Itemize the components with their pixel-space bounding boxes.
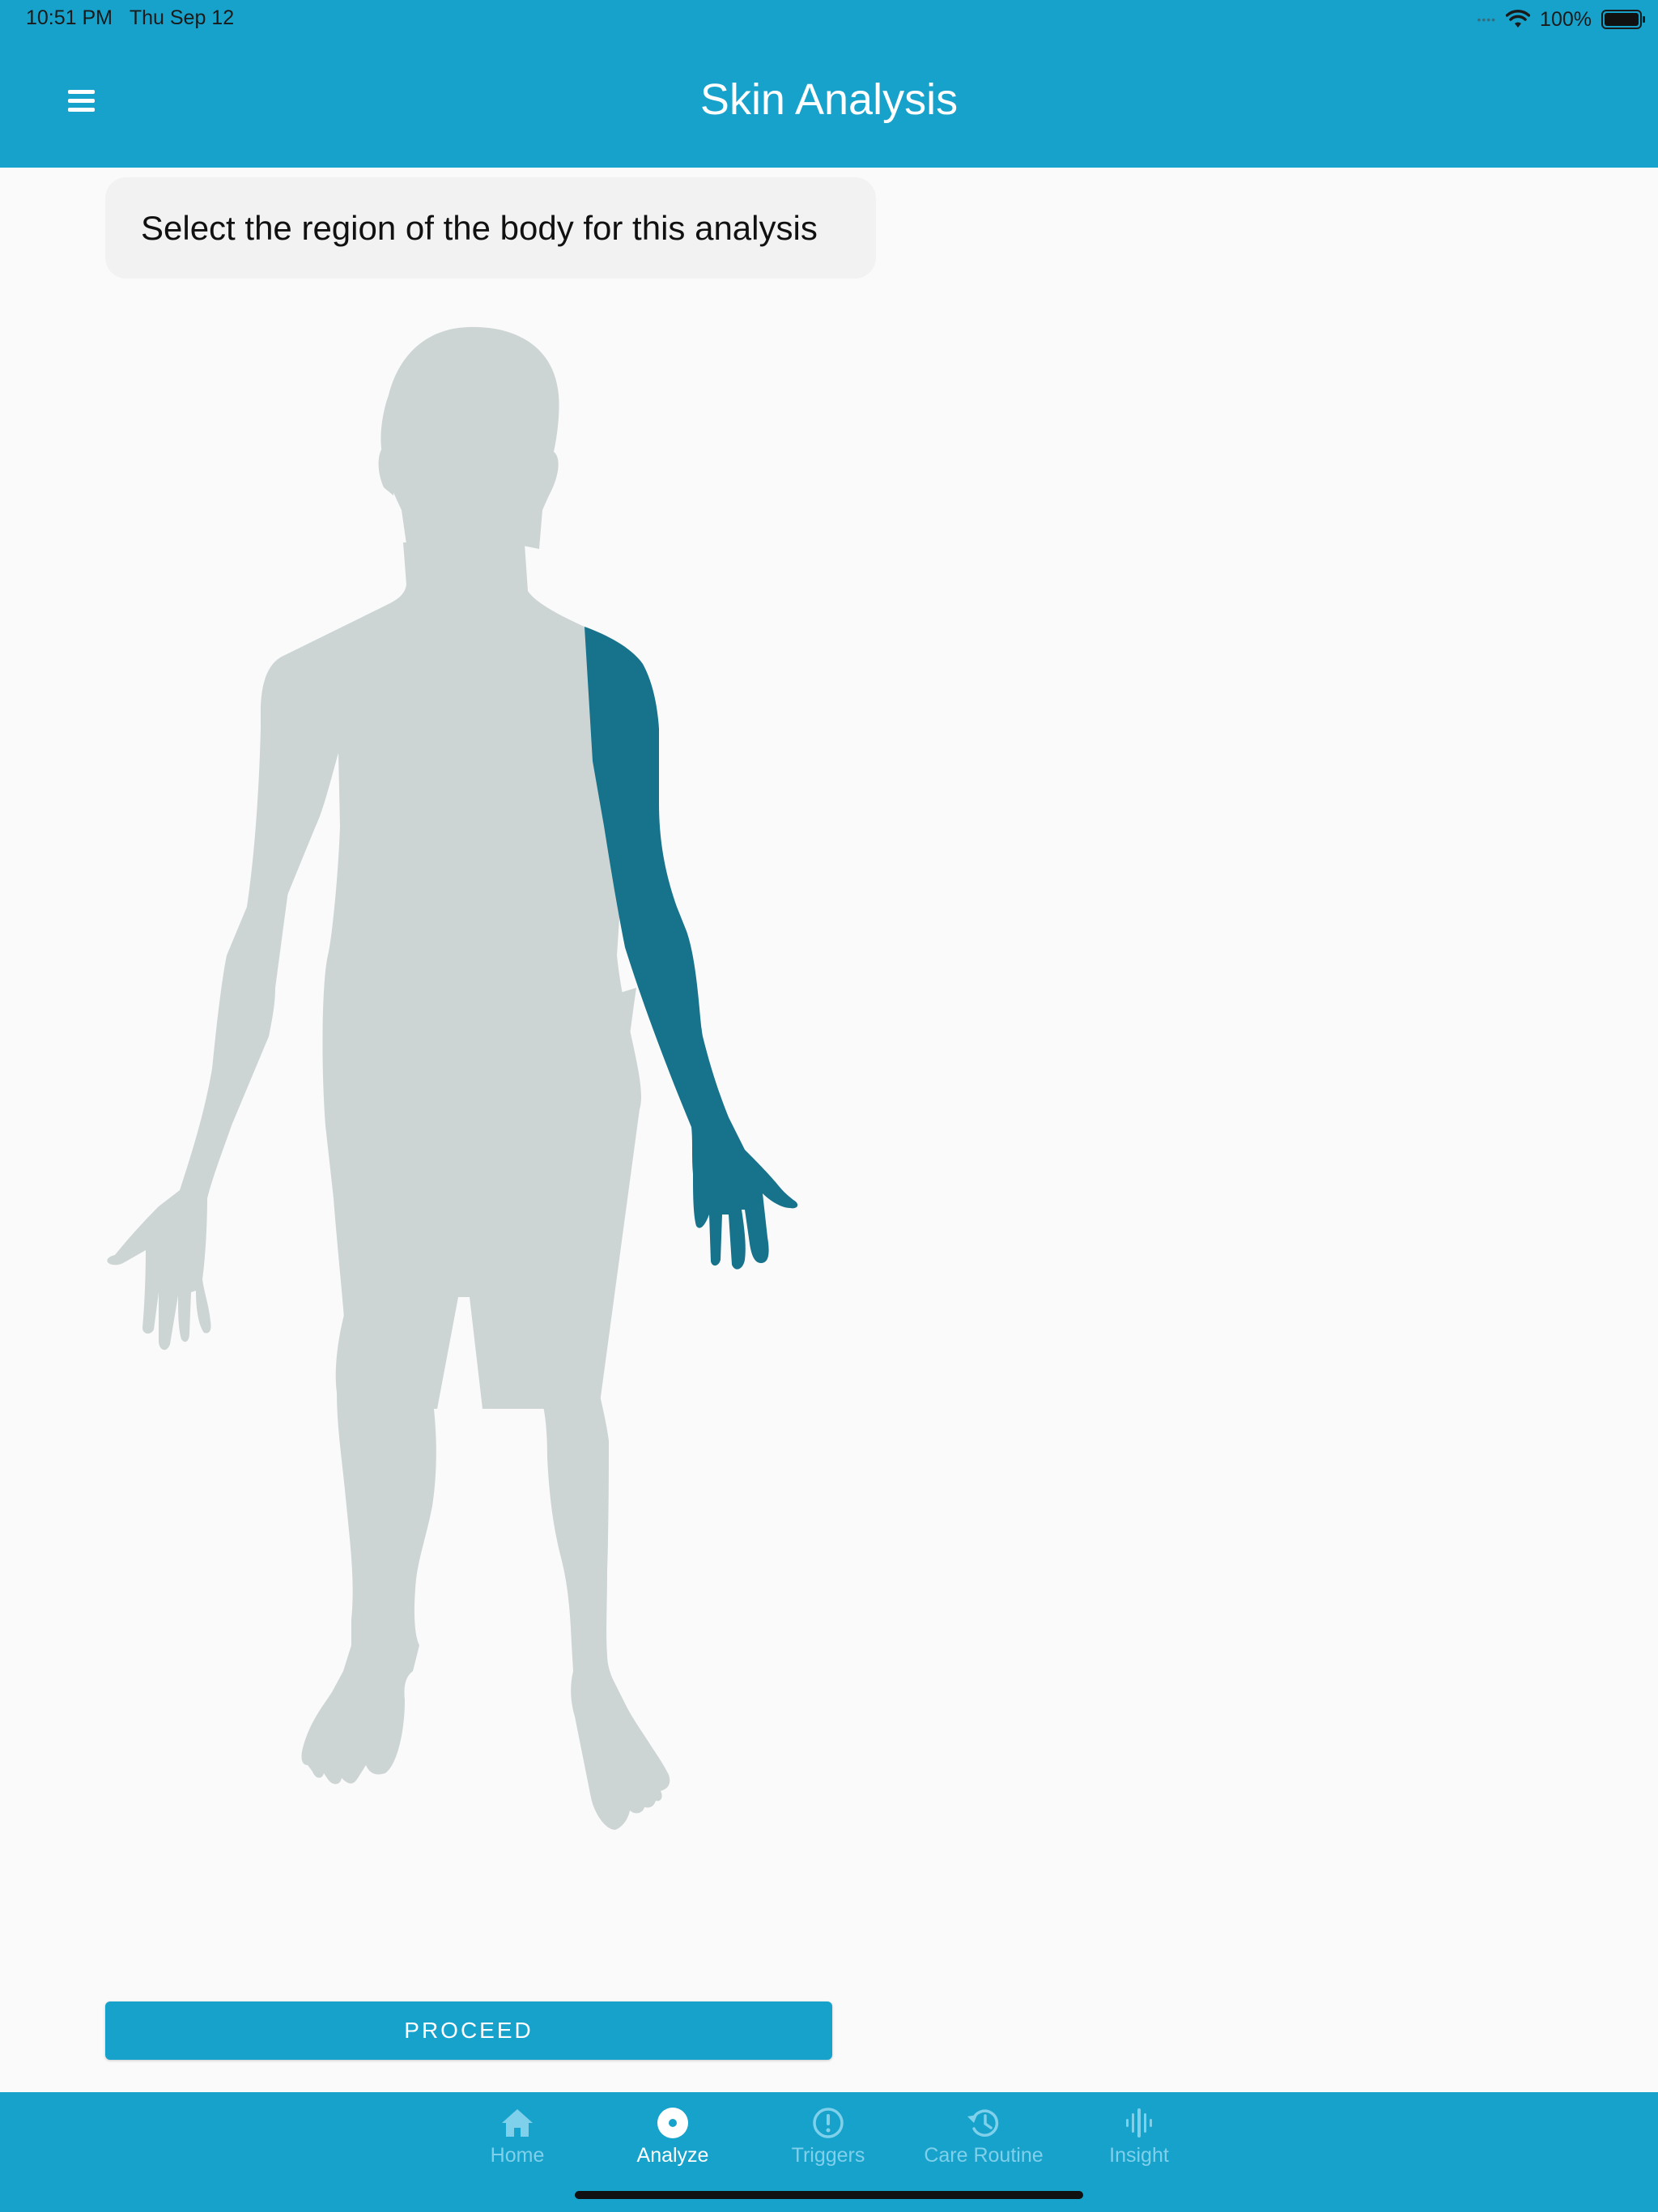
tab-home[interactable]: Home: [444, 2107, 590, 2188]
status-clock: 10:51 PM: [26, 6, 113, 29]
instruction-card: Select the region of the body for this a…: [105, 177, 876, 279]
tab-label: Insight: [1109, 2144, 1169, 2167]
tab-triggers[interactable]: Triggers: [755, 2107, 901, 2188]
battery-percent: 100%: [1540, 7, 1592, 31]
tab-label: Care Routine: [924, 2144, 1044, 2167]
top-bar: 10:51 PM Thu Sep 12 •••• 100% Skin Analy…: [0, 0, 1658, 168]
cellular-dots-icon: ••••: [1477, 13, 1497, 26]
battery-icon: [1601, 10, 1645, 29]
analyze-icon: [657, 2108, 688, 2138]
body-region-right-leg[interactable]: [301, 1125, 470, 1784]
body-map: [107, 326, 798, 1830]
tab-label: Analyze: [636, 2144, 709, 2167]
body-region-right-arm[interactable]: [107, 657, 324, 1351]
status-time: 10:51 PM Thu Sep 12: [26, 6, 234, 30]
proceed-button[interactable]: PROCEED: [105, 2001, 832, 2060]
home-icon: [502, 2109, 533, 2137]
instruction-text: Select the region of the body for this a…: [141, 208, 818, 247]
care-routine-icon: [967, 2109, 999, 2137]
insight-icon: [1126, 2108, 1152, 2138]
home-indicator: [575, 2191, 1083, 2199]
status-right: •••• 100%: [1477, 5, 1645, 34]
triggers-icon: [813, 2108, 844, 2138]
body-region-head[interactable]: [380, 326, 559, 549]
body-region-ear-right: [378, 445, 395, 496]
tab-label: Triggers: [791, 2144, 865, 2167]
status-date: Thu Sep 12: [129, 6, 235, 29]
tab-care-routine[interactable]: Care Routine: [911, 2107, 1056, 2188]
tab-analyze[interactable]: Analyze: [600, 2107, 746, 2188]
proceed-label: PROCEED: [404, 2018, 534, 2043]
tab-insight[interactable]: Insight: [1066, 2107, 1212, 2188]
tab-label: Home: [490, 2144, 545, 2167]
page-title: Skin Analysis: [699, 75, 959, 124]
wifi-icon: [1506, 10, 1531, 28]
